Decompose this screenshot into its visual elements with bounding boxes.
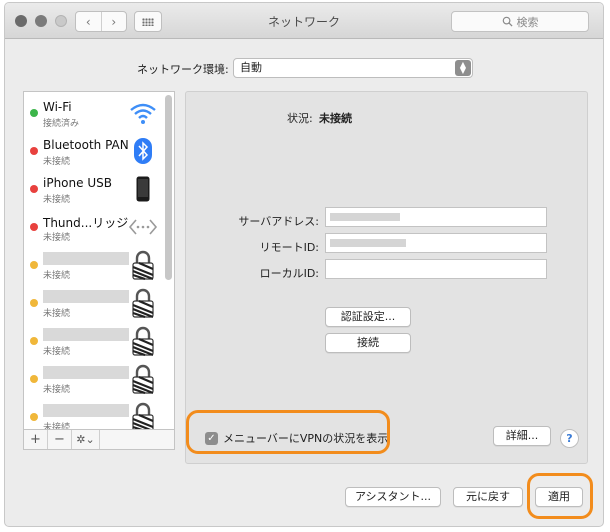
remote-id-field[interactable]: [325, 233, 547, 253]
service-status: 未接続: [43, 309, 71, 319]
wifi-icon: [128, 98, 158, 128]
server-address-field[interactable]: [325, 207, 547, 227]
redacted-value: [330, 213, 400, 221]
search-icon: [502, 16, 513, 27]
service-status: 未接続: [43, 195, 71, 205]
status-dot: [30, 109, 38, 117]
vpn-lock-icon: [128, 250, 158, 280]
service-item-iphone-usb[interactable]: iPhone USB 未接続: [24, 170, 174, 208]
title-bar: ‹ › ネットワーク 検索: [5, 3, 603, 39]
status-label: 状況:: [287, 112, 313, 125]
service-list: Wi-Fi 接続済み Bluetooth PAN 未接続 iPhone USB …: [23, 91, 175, 430]
gear-icon[interactable]: ✲⌄: [72, 430, 100, 449]
redacted-name: [43, 404, 129, 417]
vpn-lock-icon: [128, 326, 158, 356]
service-item-vpn[interactable]: 未接続: [24, 322, 174, 360]
status-dot: [30, 337, 38, 345]
status-value: 未接続: [319, 112, 352, 125]
auth-settings-button[interactable]: 認証設定...: [325, 307, 411, 327]
location-value: 自動: [240, 61, 262, 74]
service-status: 未接続: [43, 423, 71, 430]
service-list-scrollbar[interactable]: [165, 95, 172, 280]
service-item-bluetooth-pan[interactable]: Bluetooth PAN 未接続: [24, 132, 174, 170]
status-dot: [30, 261, 38, 269]
service-name: Thund...リッジ: [43, 216, 129, 230]
advanced-button[interactable]: 詳細...: [493, 426, 551, 446]
thunderbolt-bridge-icon: [128, 212, 158, 242]
status-dot: [30, 413, 38, 421]
service-name: Wi-Fi: [43, 100, 72, 114]
local-id-label: ローカルID:: [259, 267, 319, 280]
redacted-name: [43, 252, 129, 265]
bluetooth-icon: [128, 136, 158, 166]
search-placeholder: 検索: [516, 15, 539, 29]
service-item-wifi[interactable]: Wi-Fi 接続済み: [24, 94, 174, 132]
status-dot: [30, 223, 38, 231]
service-status: 未接続: [43, 347, 71, 357]
add-service-button[interactable]: +: [24, 430, 48, 449]
service-name: iPhone USB: [43, 176, 112, 190]
service-status: 未接続: [43, 385, 71, 395]
redacted-name: [43, 290, 129, 303]
vpn-lock-icon: [128, 364, 158, 394]
vpn-lock-icon: [128, 288, 158, 318]
location-select[interactable]: 自動 ▲ ▼: [233, 58, 473, 78]
iphone-icon: [128, 174, 158, 204]
service-status: 接続済み: [43, 119, 80, 129]
server-address-label: サーバアドレス:: [238, 215, 319, 228]
revert-button[interactable]: 元に戻す: [453, 487, 523, 507]
local-id-field[interactable]: [325, 259, 547, 279]
network-preferences-window: ‹ › ネットワーク 検索 ネットワーク環境: 自動 ▲ ▼ Wi-Fi 接続済み…: [4, 2, 604, 527]
help-icon[interactable]: ?: [560, 429, 579, 448]
search-input[interactable]: 検索: [451, 11, 589, 32]
service-item-vpn[interactable]: 未接続: [24, 398, 174, 430]
status-dot: [30, 299, 38, 307]
connect-button[interactable]: 接続: [325, 333, 411, 353]
service-status: 未接続: [43, 157, 71, 167]
vpn-lock-icon: [128, 402, 158, 429]
redacted-value: [330, 239, 406, 247]
service-status: 未接続: [43, 233, 71, 243]
remote-id-label: リモートID:: [259, 241, 319, 254]
service-item-vpn[interactable]: 未接続: [24, 246, 174, 284]
redacted-name: [43, 328, 129, 341]
assistant-button[interactable]: アシスタント...: [345, 487, 441, 507]
service-item-vpn[interactable]: 未接続: [24, 360, 174, 398]
service-item-thunderbolt-bridge[interactable]: Thund...リッジ 未接続: [24, 208, 174, 246]
checkmark-icon: ✓: [205, 431, 218, 445]
apply-button[interactable]: 適用: [535, 487, 583, 507]
service-status: 未接続: [43, 271, 71, 281]
status-dot: [30, 375, 38, 383]
redacted-name: [43, 366, 129, 379]
show-vpn-status-checkbox[interactable]: ✓ メニューバーにVPNの状況を表示: [205, 430, 388, 446]
chevron-updown-icon: ▲ ▼: [455, 60, 471, 76]
service-name: Bluetooth PAN: [43, 138, 129, 152]
service-item-vpn[interactable]: 未接続: [24, 284, 174, 322]
location-label: ネットワーク環境:: [137, 63, 229, 76]
status-dot: [30, 185, 38, 193]
remove-service-button[interactable]: −: [48, 430, 72, 449]
show-vpn-status-label: メニューバーにVPNの状況を表示: [223, 432, 389, 445]
service-list-toolbar: + − ✲⌄: [23, 430, 175, 450]
status-dot: [30, 147, 38, 155]
